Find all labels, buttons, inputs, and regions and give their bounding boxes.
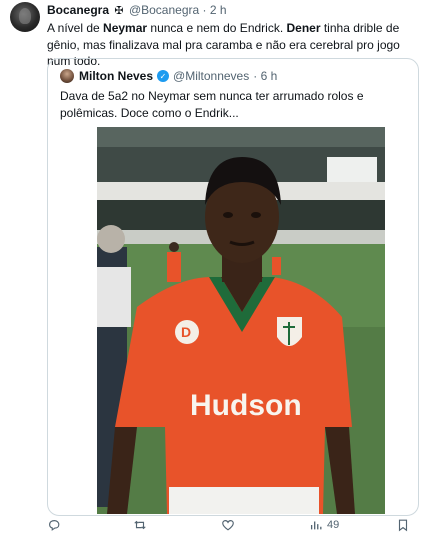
retweet-icon: [134, 520, 146, 530]
author-display-name[interactable]: Bocanegra: [47, 3, 109, 17]
quoted-author-display-name[interactable]: Milton Neves: [79, 69, 153, 83]
verified-badge-icon: ✓: [157, 70, 170, 82]
heart-icon: [222, 520, 234, 531]
tweet-actions: 49: [47, 518, 421, 536]
author-handle[interactable]: @Bocanegra: [129, 3, 199, 17]
quoted-author-avatar[interactable]: [60, 69, 74, 83]
quoted-tweet-text: Dava de 5a2 no Neymar sem nunca ter arru…: [60, 89, 364, 120]
cross-badge-icon: ✠: [114, 5, 124, 17]
views-button[interactable]: 49: [309, 518, 339, 532]
tweet-timestamp[interactable]: · 2 h: [203, 3, 227, 17]
views-icon: [310, 521, 322, 530]
quoted-tweet-photo[interactable]: D Hudson: [97, 127, 385, 514]
sponsor-logo: D: [181, 324, 191, 340]
views-count: 49: [327, 519, 340, 531]
quoted-tweet-header: Milton Neves ✓ @Miltonneves · 6 h: [60, 69, 277, 83]
tweet-text-bold: Dener: [286, 21, 321, 35]
tweet-text-run: nunca e nem do Endrick.: [147, 21, 287, 35]
retweet-button[interactable]: [133, 518, 151, 532]
author-avatar[interactable]: [10, 2, 40, 32]
tweet-header: Bocanegra ✠ @Bocanegra · 2 h: [47, 3, 227, 17]
tweet-text-run: A nível de: [47, 21, 104, 35]
quoted-tweet-timestamp[interactable]: · 6 h: [253, 69, 277, 83]
like-button[interactable]: [221, 518, 239, 532]
player-photo-illustration: D Hudson: [97, 127, 385, 514]
tweet[interactable]: Bocanegra ✠ @Bocanegra · 2 h A nível de …: [0, 0, 421, 541]
bookmark-button[interactable]: [396, 518, 410, 532]
quoted-tweet[interactable]: Milton Neves ✓ @Miltonneves · 6 h Dava d…: [47, 58, 419, 516]
tweet-text-bold: Neymar: [103, 21, 148, 35]
reply-button[interactable]: [47, 518, 65, 532]
bookmark-icon: [398, 519, 408, 532]
reply-icon: [49, 520, 60, 531]
quoted-author-handle[interactable]: @Miltonneves: [173, 69, 249, 83]
jersey-sponsor-text: Hudson: [190, 389, 302, 422]
